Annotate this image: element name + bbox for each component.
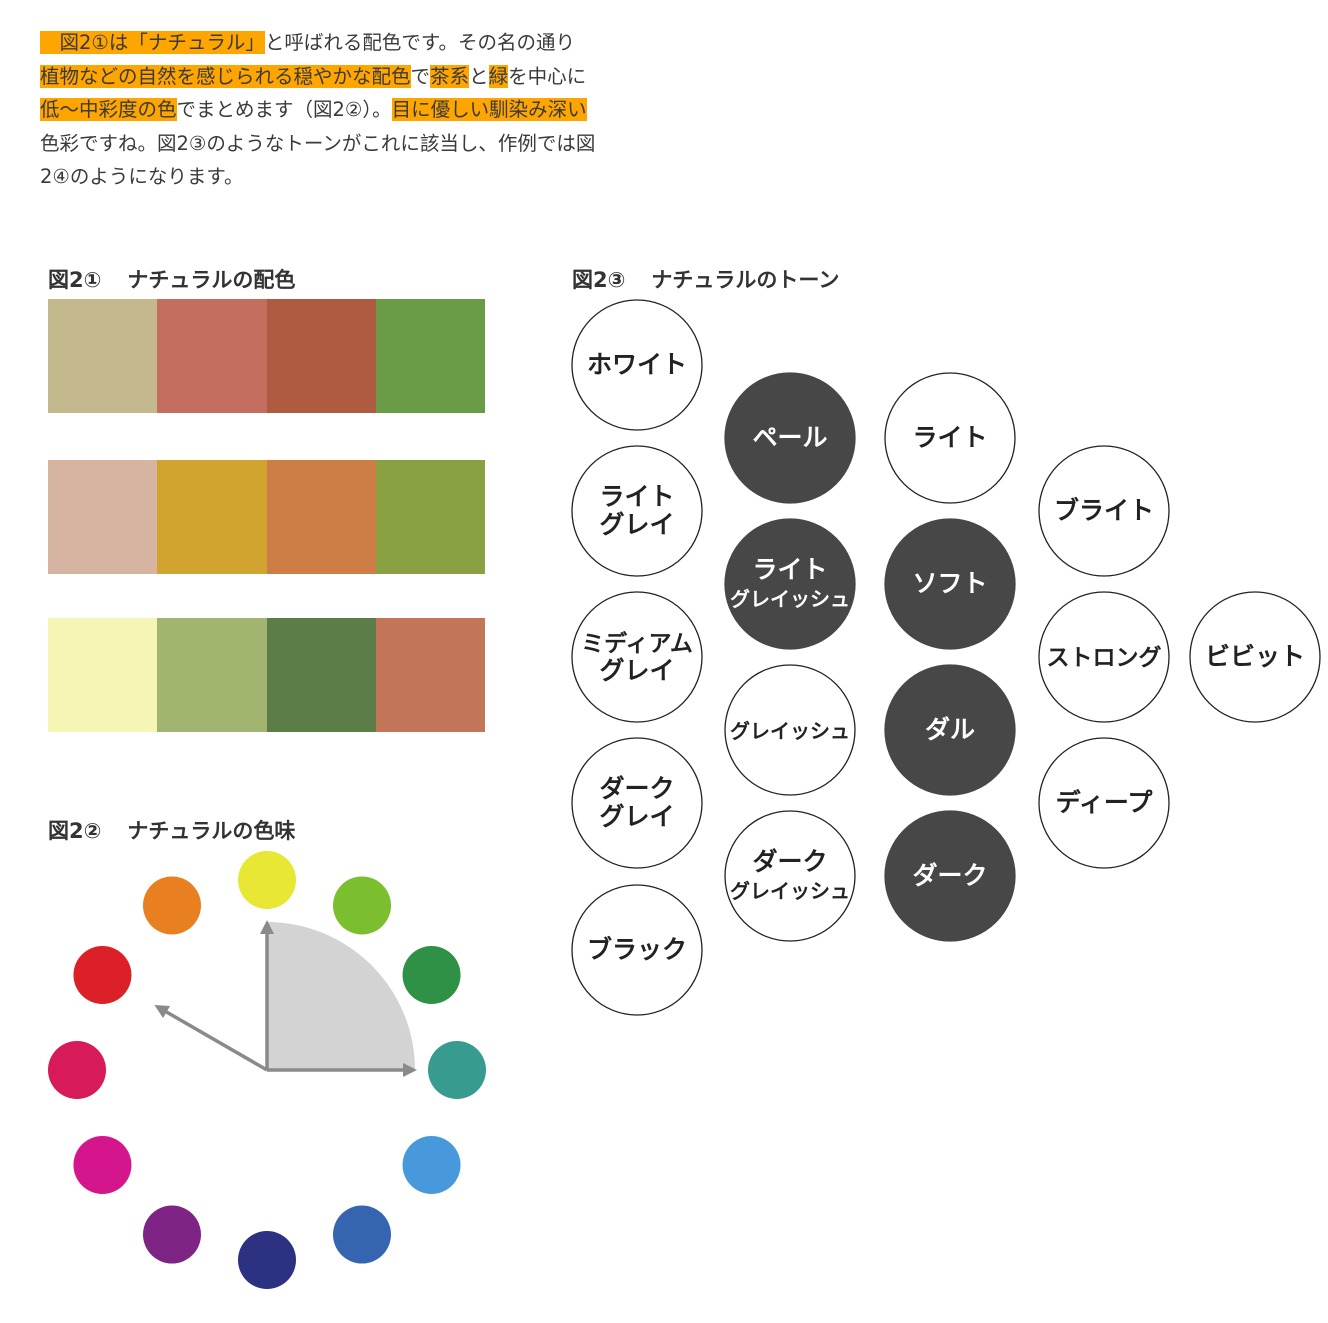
tone-label: ダーク xyxy=(752,847,827,876)
hue-dot xyxy=(48,1041,106,1099)
hue-dot xyxy=(333,876,391,935)
tone-label: ブライト xyxy=(1054,496,1154,525)
tone-label: ビビット xyxy=(1205,642,1305,671)
tone-circle: ダークグレイッシュ xyxy=(724,810,856,942)
tone-label: ダーク xyxy=(912,861,987,890)
tone-label: ペール xyxy=(752,423,827,452)
tone-label: ソフト xyxy=(912,569,987,598)
hue-range-sector xyxy=(267,922,415,1070)
tone-circle: ダル xyxy=(884,664,1016,796)
tone-circle: ライトグレイ xyxy=(571,445,703,577)
tone-circle-shape xyxy=(724,518,856,650)
tone-label: ブラック xyxy=(587,935,687,964)
figure3-title: ナチュラルのトーン xyxy=(651,268,840,292)
tone-circle: ダーク xyxy=(884,810,1016,942)
tone-label: ディープ xyxy=(1056,788,1154,817)
tone-map-diagram: ホワイトライトグレイミディアムグレイダークグレイブラックペールライトグレイッシュ… xyxy=(571,299,1321,1016)
tone-label: グレイッシュ xyxy=(730,587,850,611)
tone-circle: ディープ xyxy=(1038,737,1170,869)
tone-label: グレイ xyxy=(599,656,674,685)
tone-label: ライト xyxy=(912,423,987,452)
tone-label: ライト xyxy=(752,555,827,584)
tone-label: グレイッシュ xyxy=(730,879,850,903)
hue-dot xyxy=(143,876,201,935)
hue-dot xyxy=(238,851,296,909)
tone-circle: ブラック xyxy=(571,884,703,1016)
hue-dot xyxy=(73,1136,132,1194)
tone-circle: ペール xyxy=(724,372,856,504)
tone-circle: ホワイト xyxy=(571,299,703,431)
tone-circle: ソフト xyxy=(884,518,1016,650)
tone-circle: ブライト xyxy=(1038,445,1170,577)
tone-circle: ライト xyxy=(884,372,1016,504)
tone-circle: ダークグレイ xyxy=(571,737,703,869)
tone-circle-shape xyxy=(724,810,856,942)
hue-dot xyxy=(333,1205,391,1264)
tone-label: ダル xyxy=(925,715,975,744)
hue-dot xyxy=(402,946,461,1004)
figure3-number: 図2③ xyxy=(572,268,626,292)
tone-circle: グレイッシュ xyxy=(724,664,856,796)
tone-circle: ストロング xyxy=(1038,591,1170,723)
hue-arrow-outer-shaft xyxy=(163,1009,268,1072)
tone-label: ミディアム xyxy=(581,630,693,657)
tone-label: ホワイト xyxy=(587,350,687,379)
hue-dot xyxy=(143,1205,201,1264)
tone-label: グレイ xyxy=(599,802,674,831)
hue-dot xyxy=(238,1231,296,1289)
tone-label: ダーク xyxy=(599,774,674,803)
hue-dot xyxy=(402,1136,461,1194)
tone-label: ライト xyxy=(599,482,674,511)
hue-wheel-diagram xyxy=(48,851,486,1289)
tone-label: グレイ xyxy=(599,510,674,539)
tone-label: グレイッシュ xyxy=(730,719,850,743)
tone-label: ストロング xyxy=(1047,644,1162,671)
tone-circle: ビビット xyxy=(1189,591,1321,723)
hue-dot xyxy=(73,946,132,1004)
tone-circle: ライトグレイッシュ xyxy=(724,518,856,650)
tone-circle: ミディアムグレイ xyxy=(571,591,703,723)
hue-dot xyxy=(428,1041,486,1099)
